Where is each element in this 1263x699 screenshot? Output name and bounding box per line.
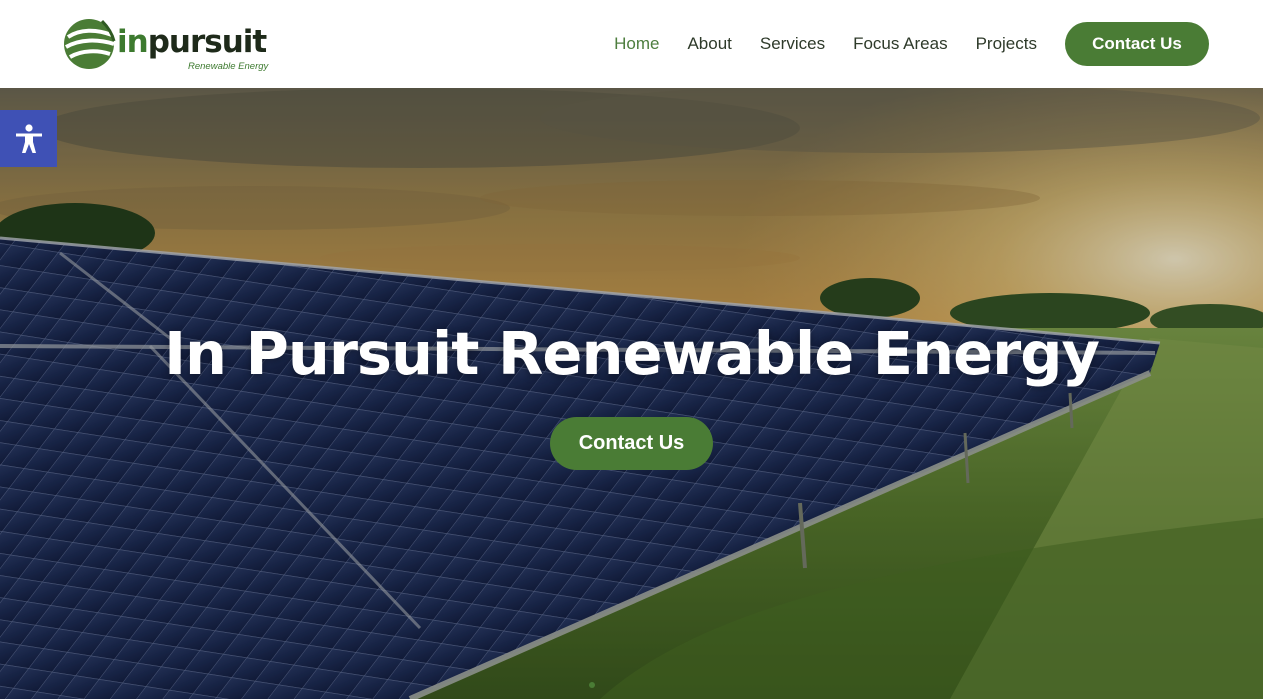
hero-contact-button[interactable]: Contact Us [550, 417, 713, 470]
nav-item-about[interactable]: About [687, 34, 731, 54]
hero-title: In Pursuit Renewable Energy [164, 319, 1100, 388]
logo-wordmark-rest: pursuit [147, 24, 268, 60]
accessibility-person-icon [15, 123, 42, 153]
nav-item-focus-areas[interactable]: Focus Areas [853, 34, 948, 54]
site-header: inpursuit Renewable Energy Home About Se… [0, 0, 1263, 88]
site-logo[interactable]: inpursuit Renewable Energy [62, 15, 282, 73]
leaf-globe-icon [64, 19, 116, 69]
header-contact-button[interactable]: Contact Us [1065, 22, 1209, 66]
logo-wordmark: inpursuit [117, 24, 268, 60]
hero-section: In Pursuit Renewable Energy Contact Us [0, 88, 1263, 699]
slider-dot[interactable] [589, 682, 595, 688]
main-nav: Home About Services Focus Areas Projects… [614, 22, 1209, 66]
nav-item-home[interactable]: Home [614, 34, 659, 54]
logo-wordmark-in: in [117, 24, 149, 60]
hero-overlay [0, 88, 1263, 699]
nav-item-projects[interactable]: Projects [976, 34, 1037, 54]
accessibility-toolbar-button[interactable] [0, 110, 57, 167]
logo-tagline: Renewable Energy [188, 61, 269, 72]
nav-item-services[interactable]: Services [760, 34, 825, 54]
